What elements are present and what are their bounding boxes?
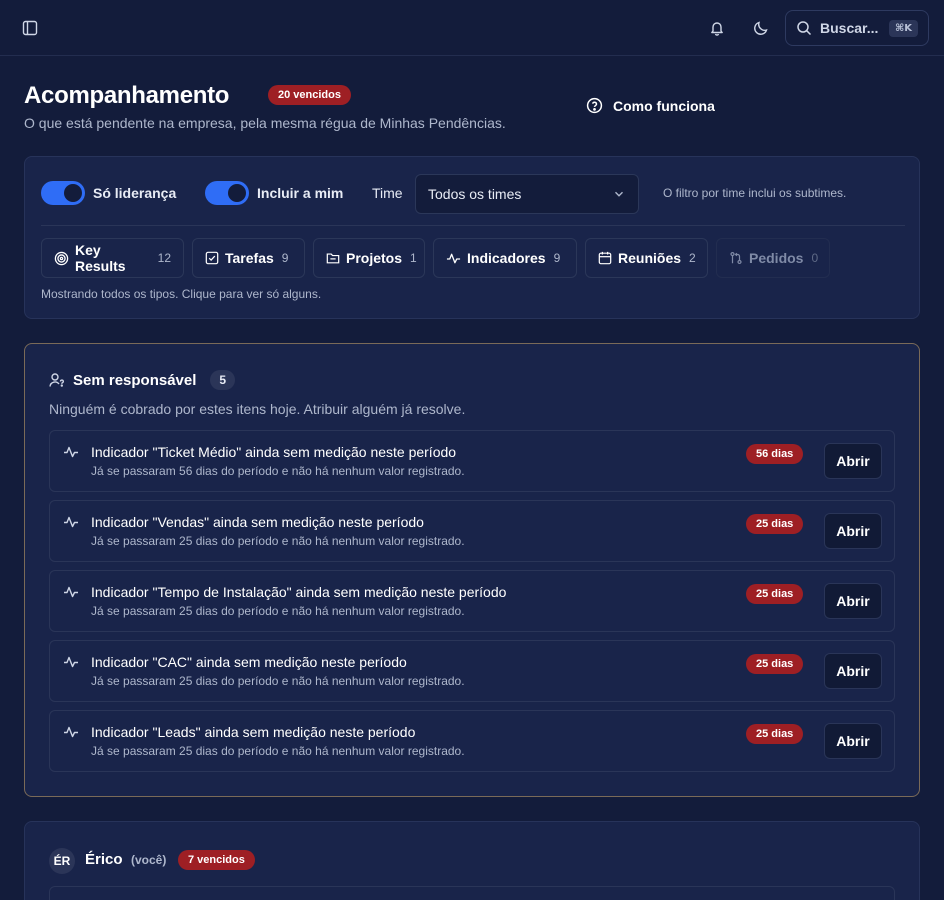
item-title: Indicador "Leads" ainda sem medição nest… [91,724,416,740]
type-chip-tarefas[interactable]: Tarefas 9 [192,238,305,278]
team-label: Time [372,185,403,201]
type-chip-label: Indicadores [467,250,546,266]
list-item [49,886,895,900]
section-title: Sem responsável [73,371,197,389]
type-chip-pedidos[interactable]: Pedidos 0 [716,238,830,278]
search-label: Buscar... [820,20,879,36]
open-button[interactable]: Abrir [824,443,882,479]
list-item: Indicador "Ticket Médio" ainda sem mediç… [49,430,895,492]
bell-icon[interactable] [703,14,731,42]
item-title: Indicador "CAC" ainda sem medição neste … [91,654,407,670]
overdue-badge: 20 vencidos [268,85,351,105]
search-button[interactable]: Buscar... ⌘K [785,10,929,46]
type-chip-indicadores[interactable]: Indicadores 9 [433,238,577,278]
moon-icon[interactable] [747,14,775,42]
activity-icon [64,586,78,598]
type-chip-label: Pedidos [749,250,804,266]
help-circle-icon [586,97,603,114]
target-icon [54,251,69,265]
search-icon [797,21,812,36]
item-title: Indicador "Ticket Médio" ainda sem mediç… [91,444,457,460]
type-chip-count: 0 [811,251,819,265]
open-button[interactable]: Abrir [824,583,882,619]
type-chip-reunioes[interactable]: Reuniões 2 [585,238,708,278]
sidebar-panel-icon[interactable] [16,14,44,42]
type-chip-count: 9 [553,251,561,265]
overdue-days-badge: 25 dias [746,724,804,744]
open-button[interactable]: Abrir [824,723,882,759]
avatar: ÉR [49,848,75,874]
page-subtitle: O que está pendente na empresa, pela mes… [24,115,506,131]
item-description: Já se passaram 25 dias do período e não … [91,744,465,758]
type-chip-count: 12 [157,251,171,265]
team-select[interactable]: Todos os times [415,174,639,214]
search-shortcut: ⌘K [888,19,918,37]
list-item: Indicador "Leads" ainda sem medição nest… [49,710,895,772]
item-description: Já se passaram 25 dias do período e não … [91,534,465,548]
open-button[interactable]: Abrir [824,653,882,689]
how-it-works-label: Como funciona [613,97,715,114]
type-chip-label: Reuniões [618,250,682,266]
type-chip-label: Projetos [346,250,403,266]
divider [41,225,905,226]
activity-icon [64,446,78,458]
type-chip-label: Key Results [75,242,126,274]
calendar-icon [598,251,612,265]
type-chip-count: 2 [689,251,696,265]
how-it-works-link[interactable]: Como funciona [586,97,715,114]
item-description: Já se passaram 56 dias do período e não … [91,464,465,478]
chevron-down-icon [615,191,623,197]
activity-icon [64,516,78,528]
team-filter-hint: O filtro por time inclui os subtimes. [663,186,847,200]
activity-icon [64,656,78,668]
section-description: Ninguém é cobrado por estes itens hoje. … [49,401,466,417]
include-me-toggle[interactable] [205,181,249,205]
item-description: Já se passaram 25 dias do período e não … [91,604,465,618]
user-question-icon [49,373,64,387]
item-title: Indicador "Vendas" ainda sem medição nes… [91,514,424,530]
list-item: Indicador "Tempo de Instalação" ainda se… [49,570,895,632]
only-leadership-label: Só liderança [93,185,177,201]
filter-note: Mostrando todos os tipos. Clique para ve… [41,287,322,301]
type-chip-count: 9 [281,251,289,265]
person-section: ÉR Érico (você) 7 vencidos [24,821,920,900]
activity-icon [64,726,78,738]
type-chip-key-results[interactable]: Key Results 12 [41,238,184,278]
section-count: 5 [210,370,236,390]
person-name: Érico [85,851,123,868]
list-item: Indicador "CAC" ainda sem medição neste … [49,640,895,702]
team-select-value: Todos os times [428,186,522,202]
overdue-days-badge: 25 dias [746,584,804,604]
type-chip-projetos[interactable]: Projetos 1 [313,238,425,278]
unassigned-section: Sem responsável 5 Ninguém é cobrado por … [24,343,920,797]
filter-panel: Só liderança Incluir a mim Time Todos os… [24,156,920,319]
person-you-label: (você) [131,853,167,867]
person-overdue-badge: 7 vencidos [178,850,255,870]
overdue-days-badge: 56 dias [746,444,804,464]
folder-icon [326,253,340,264]
item-description: Já se passaram 25 dias do período e não … [91,674,465,688]
only-leadership-toggle[interactable] [41,181,85,205]
checkbox-icon [205,251,219,265]
overdue-days-badge: 25 dias [746,514,804,534]
git-pull-icon [730,251,742,265]
type-chip-count: 1 [410,251,417,265]
activity-icon [446,253,461,263]
item-title: Indicador "Tempo de Instalação" ainda se… [91,584,507,600]
overdue-days-badge: 25 dias [746,654,804,674]
list-item: Indicador "Vendas" ainda sem medição nes… [49,500,895,562]
open-button[interactable]: Abrir [824,513,882,549]
page-title: Acompanhamento [24,82,230,109]
type-chip-label: Tarefas [225,250,274,266]
section-header: Sem responsável 5 [49,370,236,390]
include-me-label: Incluir a mim [257,185,344,201]
topbar: Buscar... ⌘K [0,0,944,56]
